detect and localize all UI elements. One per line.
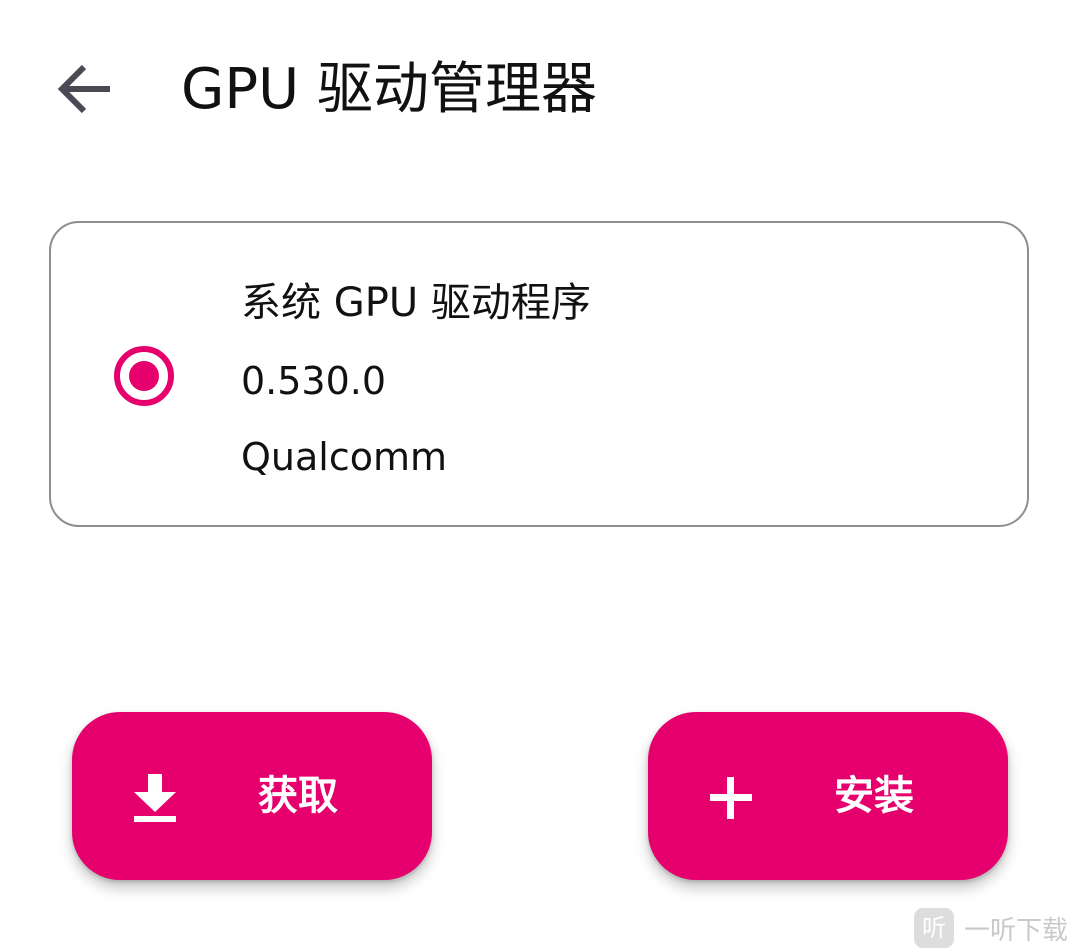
get-driver-label: 获取 <box>258 773 338 819</box>
driver-vendor: Qualcomm <box>241 435 448 479</box>
install-driver-button[interactable]: 安装 <box>648 712 1008 880</box>
driver-info: 系统 GPU 驱动程序 0.530.0 Qualcomm <box>241 263 591 495</box>
watermark-logo: 听 <box>914 908 954 948</box>
driver-version: 0.530.0 <box>241 359 387 403</box>
back-button[interactable] <box>50 58 118 120</box>
plus-icon <box>710 777 752 819</box>
download-icon <box>134 774 176 822</box>
radio-selected-icon <box>114 346 174 406</box>
driver-radio-button[interactable] <box>113 345 175 407</box>
page-title: GPU 驱动管理器 <box>181 57 597 122</box>
install-driver-label: 安装 <box>834 773 914 819</box>
gpu-driver-manager-screen: GPU 驱动管理器 系统 GPU 驱动程序 0.530.0 Qualcomm 获… <box>0 0 1080 952</box>
system-driver-card[interactable]: 系统 GPU 驱动程序 0.530.0 Qualcomm <box>49 221 1029 527</box>
driver-name: 系统 GPU 驱动程序 <box>241 280 591 326</box>
get-driver-button[interactable]: 获取 <box>72 712 432 880</box>
watermark-text: 一听下载 <box>964 915 1069 946</box>
arrow-back-icon <box>57 64 110 114</box>
watermark: 听 一听下载 <box>914 904 1080 952</box>
